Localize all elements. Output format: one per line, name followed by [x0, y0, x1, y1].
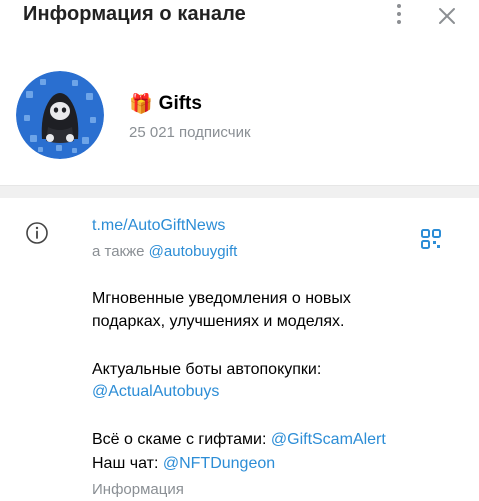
bots-label: Актуальные боты автопокупки:	[92, 361, 322, 378]
scam-prefix: Всё о скаме с гифтами:	[92, 431, 267, 448]
page-title: Информация о канале	[23, 3, 246, 25]
alias-prefix: а также	[92, 243, 145, 260]
channel-link-row: t.me/AutoGiftNews	[92, 217, 225, 235]
section-divider	[0, 185, 479, 198]
info-section-label: Информация	[92, 481, 184, 498]
close-icon[interactable]	[436, 5, 458, 27]
alias-row: а также @autobuygift	[92, 243, 237, 260]
subscriber-count: 25 021 подписчик	[129, 124, 251, 141]
bots-link[interactable]: @ActualAutobuys	[92, 383, 219, 400]
gift-emoji-icon: 🎁	[129, 94, 153, 115]
header: Информация о канале	[0, 0, 479, 36]
chat-link[interactable]: @NFTDungeon	[163, 455, 275, 472]
chat-row: Наш чат: @NFTDungeon	[92, 455, 275, 473]
alias-link[interactable]: @autobuygift	[149, 243, 238, 260]
description-line-1: Мгновенные уведомления о новых	[92, 290, 351, 307]
bots-link-row: @ActualAutobuys	[92, 383, 219, 401]
more-vertical-icon[interactable]	[388, 2, 410, 28]
chat-prefix: Наш чат:	[92, 455, 159, 472]
channel-profile: 🎁 Gifts 25 021 подписчик	[0, 60, 479, 170]
channel-name: 🎁 Gifts	[129, 92, 202, 116]
description-line-2: подарках, улучшениях и моделях.	[92, 313, 345, 330]
scam-row: Всё о скаме с гифтами: @GiftScamAlert	[92, 431, 386, 449]
channel-name-text: Gifts	[158, 93, 202, 114]
channel-link[interactable]: t.me/AutoGiftNews	[92, 217, 225, 234]
scam-link[interactable]: @GiftScamAlert	[271, 431, 386, 448]
qr-code-icon[interactable]	[420, 228, 442, 250]
channel-avatar[interactable]	[16, 71, 104, 159]
info-icon	[25, 221, 49, 245]
